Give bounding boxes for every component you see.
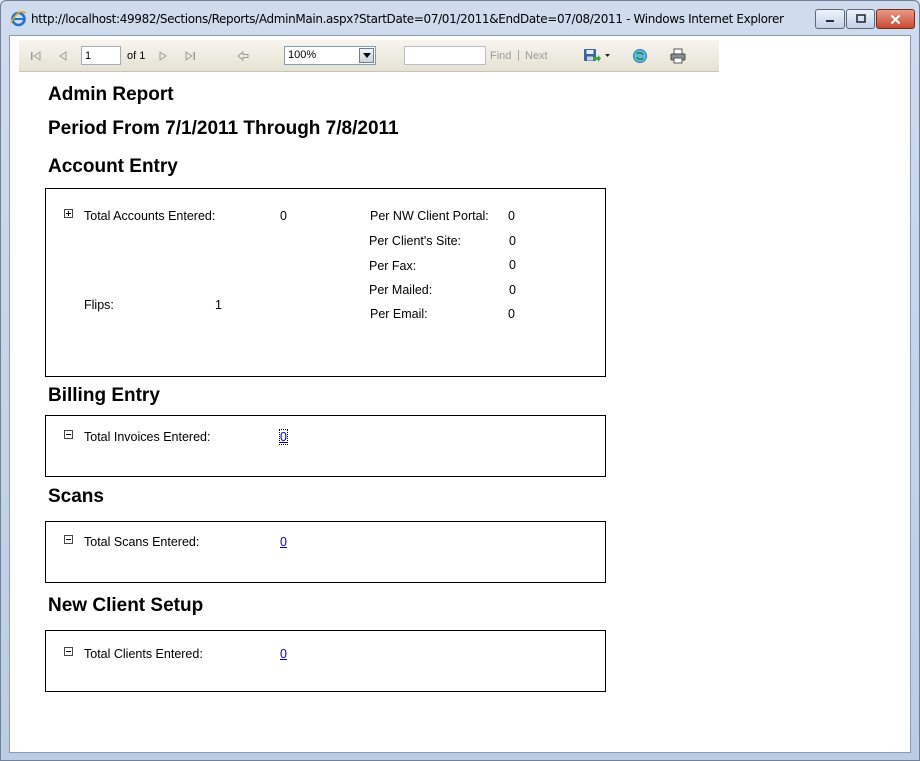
collapse-toggle-icon[interactable] [64, 535, 73, 544]
billing-entry-heading: Billing Entry [48, 385, 160, 406]
last-page-icon [185, 51, 195, 61]
per-clients-site-label: Per Client's Site: [369, 234, 462, 248]
new-client-setup-heading: New Client Setup [48, 595, 204, 616]
expand-toggle-icon[interactable] [64, 209, 73, 218]
report-toolbar: of 1 100% Find | Next [19, 40, 719, 72]
flips-value: 1 [215, 298, 222, 312]
next-page-button[interactable] [155, 46, 171, 66]
account-entry-section: Total Accounts Entered: 0 Flips: 1 Per N… [45, 188, 606, 377]
export-button[interactable] [582, 46, 612, 66]
print-button[interactable] [669, 46, 687, 66]
maximize-icon [855, 14, 866, 23]
page-count-label: of 1 [127, 50, 146, 62]
total-scans-link[interactable]: 0 [280, 535, 287, 549]
minimize-button[interactable] [815, 9, 845, 29]
find-next-link[interactable]: Next [525, 50, 548, 62]
first-page-icon [31, 51, 41, 61]
page-number-input[interactable] [81, 46, 121, 65]
find-separator: | [517, 49, 520, 61]
flips-label: Flips: [84, 298, 114, 312]
minimize-icon [826, 20, 834, 22]
collapse-toggle-icon[interactable] [64, 647, 73, 656]
chevron-down-icon[interactable] [359, 48, 374, 63]
total-accounts-label: Total Accounts Entered: [84, 209, 216, 223]
account-entry-heading: Account Entry [48, 156, 178, 177]
refresh-icon [633, 49, 647, 63]
previous-page-button[interactable] [55, 46, 71, 66]
per-nw-client-portal-value: 0 [508, 209, 515, 223]
per-fax-label: Per Fax: [369, 259, 417, 273]
browser-window: http://localhost:49982/Sections/Reports/… [0, 0, 920, 761]
per-email-value: 0 [508, 307, 515, 321]
billing-entry-section: Total Invoices Entered: 0 [45, 415, 606, 477]
close-button[interactable] [876, 9, 915, 29]
next-page-icon [159, 51, 167, 61]
per-mailed-label: Per Mailed: [369, 283, 433, 297]
report-title: Admin Report [48, 84, 174, 105]
per-nw-client-portal-label: Per NW Client Portal: [370, 209, 489, 223]
zoom-value: 100% [288, 49, 317, 61]
per-fax-value: 0 [509, 258, 516, 272]
internet-explorer-icon [10, 10, 27, 27]
total-clients-label: Total Clients Entered: [84, 647, 203, 661]
find-link[interactable]: Find [490, 50, 511, 62]
collapse-toggle-icon[interactable] [64, 430, 73, 439]
save-export-icon [584, 49, 610, 62]
total-invoices-label: Total Invoices Entered: [84, 430, 211, 444]
total-invoices-link[interactable]: 0 [279, 429, 288, 445]
scans-section: Total Scans Entered: 0 [45, 521, 606, 583]
first-page-button[interactable] [27, 46, 45, 66]
per-email-label: Per Email: [370, 307, 428, 321]
total-clients-link[interactable]: 0 [280, 647, 287, 661]
total-scans-label: Total Scans Entered: [84, 535, 200, 549]
zoom-select[interactable]: 100% [284, 46, 376, 65]
maximize-button[interactable] [846, 9, 875, 29]
new-client-setup-section: Total Clients Entered: 0 [45, 630, 606, 692]
page-content: of 1 100% Find | Next [9, 35, 911, 753]
printer-icon [670, 48, 686, 64]
back-arrow-icon [237, 50, 249, 62]
per-clients-site-value: 0 [509, 234, 516, 248]
close-icon [890, 14, 901, 24]
refresh-button[interactable] [631, 46, 649, 66]
back-to-parent-button[interactable] [234, 46, 252, 66]
previous-page-icon [59, 51, 67, 61]
last-page-button[interactable] [181, 46, 199, 66]
report-period: Period From 7/1/2011 Through 7/8/2011 [48, 118, 399, 139]
scans-heading: Scans [48, 486, 104, 507]
total-accounts-value: 0 [280, 209, 287, 223]
find-input[interactable] [404, 46, 486, 65]
title-bar[interactable]: http://localhost:49982/Sections/Reports/… [1, 1, 919, 35]
per-mailed-value: 0 [509, 283, 516, 297]
window-title: http://localhost:49982/Sections/Reports/… [31, 12, 784, 26]
